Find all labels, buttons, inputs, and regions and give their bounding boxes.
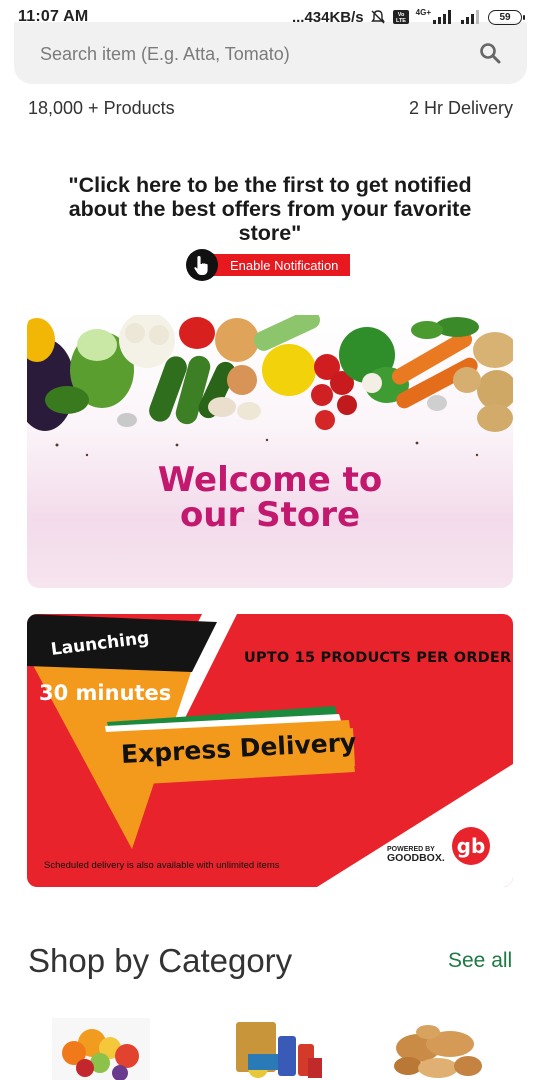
category-section-title: Shop by Category bbox=[28, 942, 293, 979]
notification-prompt[interactable]: "Click here to be the first to get notif… bbox=[60, 173, 480, 245]
enable-notification-button[interactable]: Enable Notification bbox=[210, 254, 351, 276]
search-input[interactable] bbox=[40, 43, 479, 65]
status-bar: 11:07 AM ...434KB/s Vo LTE 4G+ 59 bbox=[0, 0, 540, 34]
battery-icon: 59 bbox=[488, 9, 525, 25]
welcome-title: Welcome to our Store bbox=[27, 463, 513, 533]
goodbox-brand: GOODBOX. bbox=[387, 852, 445, 864]
scheduled-note: Scheduled delivery is also available wit… bbox=[44, 860, 280, 871]
status-time: 11:07 AM bbox=[18, 8, 89, 25]
signal-4g-icon: 4G+ bbox=[415, 7, 454, 25]
search-icon[interactable] bbox=[479, 42, 501, 64]
express-delivery-banner[interactable]: Launching 30 minutes UPTO 15 PRODUCTS PE… bbox=[27, 614, 513, 887]
svg-text:LTE: LTE bbox=[396, 18, 406, 24]
welcome-line-2: our Store bbox=[179, 495, 361, 535]
volte-icon: Vo LTE bbox=[392, 9, 410, 25]
network-speed: ...434KB/s bbox=[291, 8, 364, 26]
battery-level: 59 bbox=[499, 11, 511, 23]
welcome-banner[interactable]: Welcome to our Store bbox=[27, 315, 513, 588]
category-item-bakery[interactable] bbox=[388, 1018, 486, 1080]
signal-icon bbox=[460, 9, 482, 25]
network-type: 4G+ bbox=[415, 7, 431, 17]
delivery-time: 2 Hr Delivery bbox=[408, 98, 513, 118]
bakery-icon bbox=[388, 1018, 486, 1080]
thirty-minutes-label: 30 minutes bbox=[39, 681, 172, 705]
status-icons: ...434KB/s Vo LTE 4G+ 59 bbox=[291, 7, 525, 26]
fruits-icon bbox=[52, 1018, 150, 1080]
notification-row[interactable]: Enable Notification bbox=[186, 249, 351, 281]
grocery-icon bbox=[228, 1018, 326, 1080]
vegetables-image bbox=[27, 315, 513, 457]
see-all-link[interactable]: See all bbox=[448, 949, 512, 973]
goodbox-logo: gb bbox=[452, 827, 490, 865]
category-item-grocery[interactable] bbox=[228, 1018, 326, 1080]
products-count: 18,000 + Products bbox=[28, 98, 175, 118]
category-item-fruits[interactable] bbox=[52, 1018, 150, 1080]
bell-mute-icon bbox=[370, 9, 386, 25]
hand-pointer-icon[interactable] bbox=[186, 249, 218, 281]
welcome-line-1: Welcome to bbox=[157, 460, 383, 500]
info-row: 18,000 + Products 2 Hr Delivery bbox=[28, 98, 513, 119]
upto-products-label: UPTO 15 PRODUCTS PER ORDER bbox=[244, 650, 512, 666]
